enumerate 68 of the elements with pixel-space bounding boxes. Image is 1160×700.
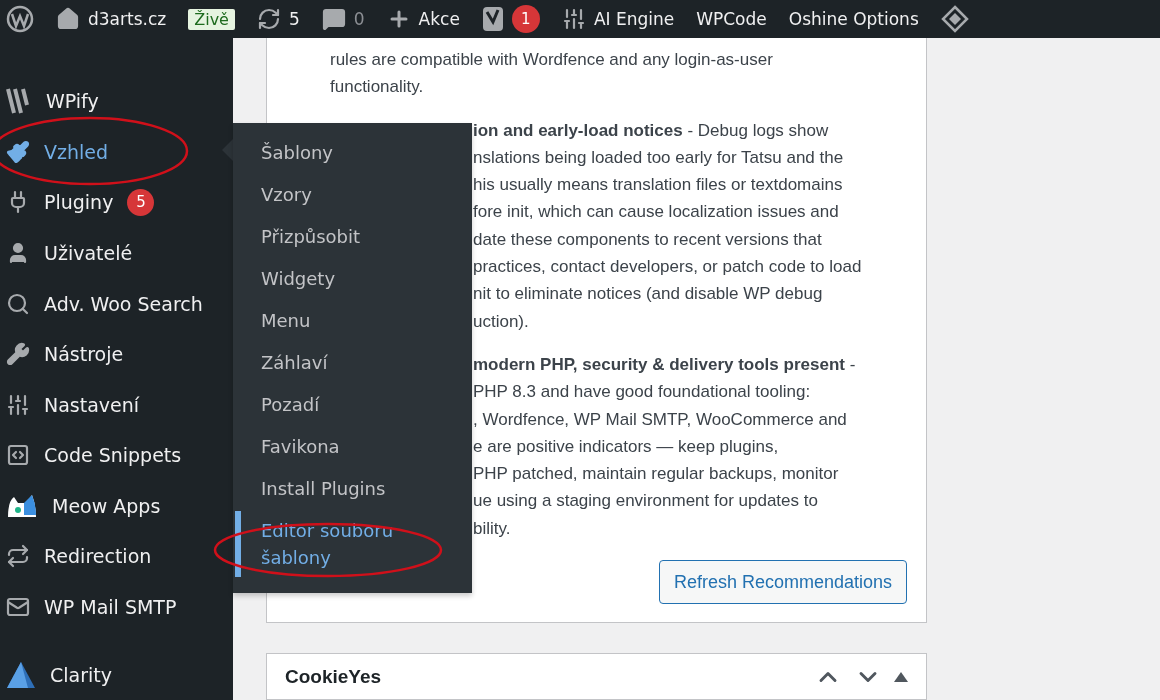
sidebar-item[interactable]: Nastavení bbox=[0, 379, 233, 431]
triangle-up-icon[interactable] bbox=[894, 671, 908, 682]
slanted-lines-icon bbox=[6, 87, 32, 116]
wordpress-logo-icon[interactable] bbox=[6, 5, 34, 33]
site-link[interactable]: d3arts.cz bbox=[56, 7, 167, 31]
panel-title: CookieYes bbox=[285, 665, 382, 688]
sliders-icon bbox=[6, 392, 30, 417]
sidebar-item[interactable]: Redirection bbox=[0, 531, 233, 582]
text-line: PHP patched, maintain regular backups, monitor bbox=[473, 463, 839, 486]
home-icon bbox=[56, 7, 80, 31]
diamond-icon[interactable] bbox=[940, 5, 969, 33]
submenu-item[interactable]: Přizpůsobit bbox=[235, 217, 472, 259]
toolbar-link[interactable]: WPCode bbox=[696, 9, 767, 29]
submenu-item[interactable]: Favikona bbox=[235, 427, 472, 469]
paintbrush-icon bbox=[6, 139, 30, 164]
count-badge: 5 bbox=[127, 188, 155, 216]
submenu-item[interactable]: Záhlaví bbox=[235, 343, 472, 385]
text-line: ue using a staging environment for updates to bbox=[473, 490, 818, 513]
text-line: his usually means translation files or textdomains bbox=[473, 174, 843, 197]
text-line: practices, contact developers, or patch code to load bbox=[473, 256, 862, 279]
code-icon bbox=[6, 443, 30, 468]
toolbar-link[interactable]: Oshine Options bbox=[788, 9, 919, 29]
repeat-icon bbox=[6, 544, 30, 569]
search-icon bbox=[6, 291, 30, 316]
toolbar-link[interactable]: AI Engine bbox=[561, 7, 675, 31]
submenu-item[interactable]: Install Plugins bbox=[235, 469, 472, 511]
refresh-icon bbox=[256, 7, 281, 31]
sliders-icon bbox=[561, 7, 586, 31]
text-line: e are positive indicators — keep plugins, bbox=[473, 435, 779, 458]
refresh-button[interactable]: Refresh Recommendations bbox=[658, 560, 907, 605]
submenu-item[interactable]: Menu bbox=[235, 301, 472, 343]
text-line: PHP 8.3 and have good foundational tooling: bbox=[473, 381, 811, 404]
triangle-icon bbox=[6, 660, 36, 689]
sidebar-item[interactable]: Adv. Woo Search bbox=[0, 278, 233, 329]
live-status: Živě bbox=[188, 8, 235, 30]
new-link[interactable]: Akce bbox=[386, 7, 460, 31]
text-line: ion and early-load notices - Debug logs show bbox=[473, 119, 829, 142]
sidebar-item[interactable]: WP Mail SMTP bbox=[0, 581, 233, 633]
submenu-item[interactable]: Pozadí bbox=[235, 385, 472, 427]
text-line: rules are compatible with Wordfence and any login-as-user bbox=[330, 49, 773, 71]
comment-icon bbox=[321, 7, 346, 31]
text-line: functionality. bbox=[330, 76, 424, 99]
comments-link[interactable]: 0 bbox=[321, 7, 365, 31]
submenu-item[interactable]: Vzory bbox=[235, 175, 472, 217]
sidebar-item[interactable]: Nástroje bbox=[0, 328, 233, 380]
text-line: uction). bbox=[473, 310, 529, 333]
seo-link[interactable]: 1 bbox=[481, 5, 540, 33]
submenu-item[interactable]: Editor souboru šablony bbox=[235, 511, 472, 577]
sidebar-item[interactable]: Clarity bbox=[0, 649, 233, 700]
sidebar-item[interactable]: WPify bbox=[0, 76, 233, 127]
text-line: date these components to recent versions that bbox=[473, 228, 822, 251]
text-line: bility. bbox=[473, 517, 511, 540]
text-line: modern PHP, security & delivery tools present - bbox=[473, 353, 856, 376]
submenu-item[interactable]: Widgety bbox=[235, 259, 472, 301]
seo-logo-icon bbox=[481, 6, 504, 32]
sidebar-item[interactable]: Meow Apps bbox=[0, 480, 233, 532]
sidebar-item[interactable]: Pluginy 5 bbox=[0, 177, 233, 228]
text-line: nslations being loaded too early for Tatsu and the bbox=[473, 146, 844, 169]
wrench-icon bbox=[6, 342, 30, 367]
text-line: , Wordfence, WP Mail SMTP, WooCommerce and bbox=[473, 408, 847, 431]
sidebar-item[interactable]: Vzhled bbox=[0, 126, 233, 178]
updates-link[interactable]: 5 bbox=[256, 7, 300, 31]
submenu-item[interactable]: Šablony bbox=[235, 133, 472, 175]
text-line: nit to eliminate notices (and disable WP debug bbox=[473, 283, 823, 306]
sidebar-item[interactable]: Code Snippets bbox=[0, 430, 233, 481]
count-badge: 1 bbox=[511, 5, 540, 33]
sidebar-item[interactable]: Uživatelé bbox=[0, 227, 233, 279]
text-line: fore init, which can cause localization issues and bbox=[473, 201, 839, 224]
